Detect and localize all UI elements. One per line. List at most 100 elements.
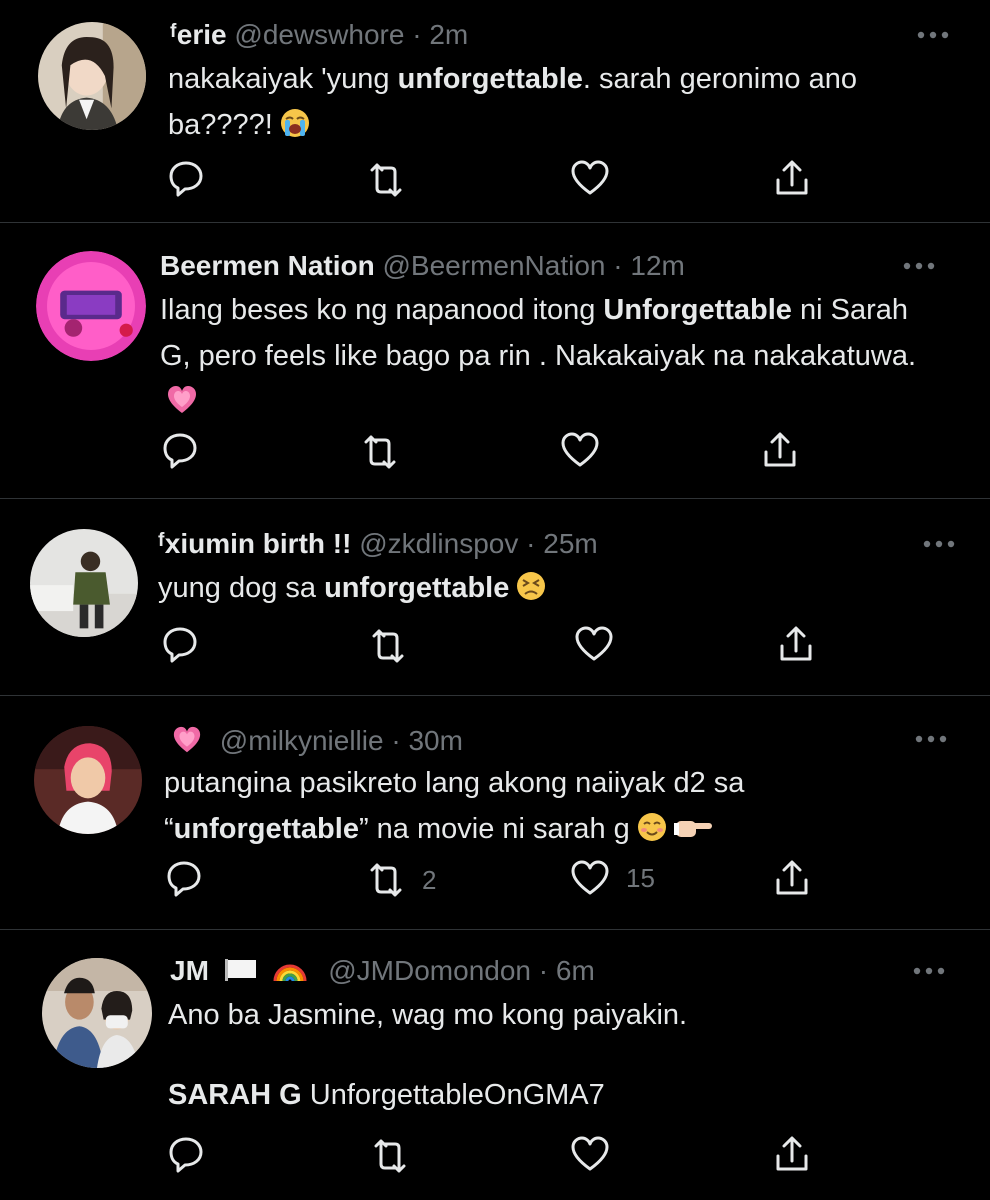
tweet-header: JM @JMDomondon · 6m: [170, 954, 595, 988]
retweet-icon: [370, 863, 402, 897]
tweet-4[interactable]: @milkyniellie · 30m putangina pasikreto …: [0, 696, 990, 929]
reply-button[interactable]: [160, 430, 200, 470]
heart-outline-icon: [571, 160, 609, 195]
tweet-text: SARAH G UnforgettableOnGMA7: [168, 1072, 928, 1118]
avatar[interactable]: [30, 529, 138, 637]
pointing-hand-emoji: [673, 811, 714, 843]
separator-dot: ·: [613, 250, 623, 281]
tweet-text-bold: unforgettable: [173, 813, 359, 845]
reply-icon: [167, 861, 201, 897]
tweet-text-bold: unforgettable: [324, 572, 510, 604]
tweet-header: @milkyniellie · 30m: [172, 724, 463, 758]
growing-heart-emoji: [166, 384, 198, 416]
reply-icon: [163, 433, 197, 469]
like-button[interactable]: 15: [570, 858, 655, 898]
like-button[interactable]: [574, 624, 614, 664]
avatar[interactable]: [34, 726, 142, 834]
tweet-text: yung dog sa unforgettable: [158, 565, 918, 611]
share-icon: [776, 860, 808, 895]
reply-button[interactable]: [166, 158, 206, 198]
display-name[interactable]: Beermen Nation: [160, 250, 375, 281]
share-button[interactable]: [772, 1134, 812, 1174]
timestamp[interactable]: 12m: [630, 250, 684, 281]
more-options-icon[interactable]: [914, 734, 948, 744]
tweet-text-bold: SARAH G: [168, 1079, 302, 1111]
growing-heart-emoji: [172, 725, 202, 755]
retweet-icon: [372, 629, 404, 663]
user-handle[interactable]: @JMDomondon: [328, 955, 531, 986]
white-flag-emoji: [223, 957, 259, 983]
tweet-text-part: nakakaiyak 'yung: [168, 63, 398, 95]
like-button[interactable]: [570, 158, 610, 198]
timestamp[interactable]: 2m: [429, 19, 468, 50]
reply-icon: [169, 161, 203, 197]
more-options-icon[interactable]: [916, 30, 950, 40]
more-options-icon[interactable]: [922, 539, 956, 549]
heart-outline-icon: [561, 432, 599, 467]
share-button[interactable]: [760, 430, 800, 470]
persevering-face-emoji: [515, 570, 547, 602]
tweet-text-line: Ano ba Jasmine, wag mo kong paiyakin.: [168, 999, 688, 1031]
tweet-5[interactable]: JM @JMDomondon · 6m Ano ba Jasmine, wag …: [0, 930, 990, 1200]
tweet-text-part: yung dog sa: [158, 572, 325, 604]
separator-dot: ·: [412, 19, 422, 50]
tweet-text: nakakaiyak 'yung unforgettable. sarah ge…: [168, 56, 928, 148]
share-icon: [764, 432, 796, 467]
more-options-icon[interactable]: [912, 966, 946, 976]
rainbow-emoji: [272, 957, 308, 983]
heart-outline-icon: [571, 1136, 609, 1171]
timeline-feed: ᶠerie @dewswhore · 2m nakakaiyak 'yung u…: [0, 0, 990, 1200]
timestamp[interactable]: 30m: [408, 725, 462, 756]
reply-button[interactable]: [160, 624, 200, 664]
share-button[interactable]: [776, 624, 816, 664]
avatar[interactable]: [36, 251, 146, 361]
tweet-header: ᶠerie @dewswhore · 2m: [170, 18, 468, 52]
reply-button[interactable]: [164, 858, 204, 898]
tweet-text-part: UnforgettableOnGMA7: [301, 1079, 605, 1111]
display-name[interactable]: ᶠerie: [170, 19, 227, 50]
tweet-text: putangina pasikreto lang akong naiiyak d…: [164, 760, 884, 852]
user-handle[interactable]: @milkyniellie: [220, 725, 384, 756]
separator-dot: ·: [391, 725, 401, 756]
like-count: 15: [626, 862, 655, 893]
avatar[interactable]: [38, 22, 146, 130]
share-icon: [776, 160, 808, 195]
user-handle[interactable]: @dewswhore: [234, 19, 404, 50]
separator-dot: ·: [526, 528, 536, 559]
retweet-icon: [364, 435, 396, 469]
user-handle[interactable]: @zkdlinspov: [359, 528, 518, 559]
avatar[interactable]: [42, 958, 152, 1068]
tweet-text-bold: unforgettable: [397, 63, 583, 95]
reply-icon: [163, 627, 197, 663]
retweet-button[interactable]: [360, 432, 400, 472]
tweet-3[interactable]: ᶠxiumin birth !! @zkdlinspov · 25m yung …: [0, 499, 990, 695]
heart-outline-icon: [575, 626, 613, 661]
tweet-text-part: ” na movie ni sarah g: [358, 813, 630, 845]
user-handle[interactable]: @BeermenNation: [383, 250, 606, 281]
loudly-crying-face-emoji: [279, 107, 311, 139]
tweet-text-part: Ilang beses ko ng napanood itong: [160, 294, 604, 326]
timestamp[interactable]: 6m: [556, 955, 595, 986]
timestamp[interactable]: 25m: [543, 528, 597, 559]
tweet-1[interactable]: ᶠerie @dewswhore · 2m nakakaiyak 'yung u…: [0, 0, 990, 222]
retweet-button[interactable]: [366, 160, 406, 200]
share-button[interactable]: [772, 158, 812, 198]
heart-outline-icon: [571, 860, 609, 895]
retweet-icon: [370, 163, 402, 197]
like-button[interactable]: [560, 430, 600, 470]
more-options-icon[interactable]: [902, 261, 936, 271]
tweet-header: ᶠxiumin birth !! @zkdlinspov · 25m: [158, 527, 598, 561]
share-button[interactable]: [772, 858, 812, 898]
tweet-text: Ilang beses ko ng napanood itong Unforge…: [160, 287, 920, 425]
retweet-count: 2: [422, 864, 437, 895]
smiling-face-emoji: [636, 811, 668, 843]
tweet-2[interactable]: Beermen Nation @BeermenNation · 12m Ilan…: [0, 223, 990, 498]
share-icon: [780, 626, 812, 661]
display-name[interactable]: ᶠxiumin birth !!: [158, 528, 351, 559]
retweet-button[interactable]: [370, 1136, 410, 1176]
display-name[interactable]: JM: [170, 955, 209, 986]
retweet-button[interactable]: [368, 626, 408, 666]
reply-button[interactable]: [166, 1134, 206, 1174]
retweet-button[interactable]: 2: [366, 860, 436, 900]
like-button[interactable]: [570, 1134, 610, 1174]
